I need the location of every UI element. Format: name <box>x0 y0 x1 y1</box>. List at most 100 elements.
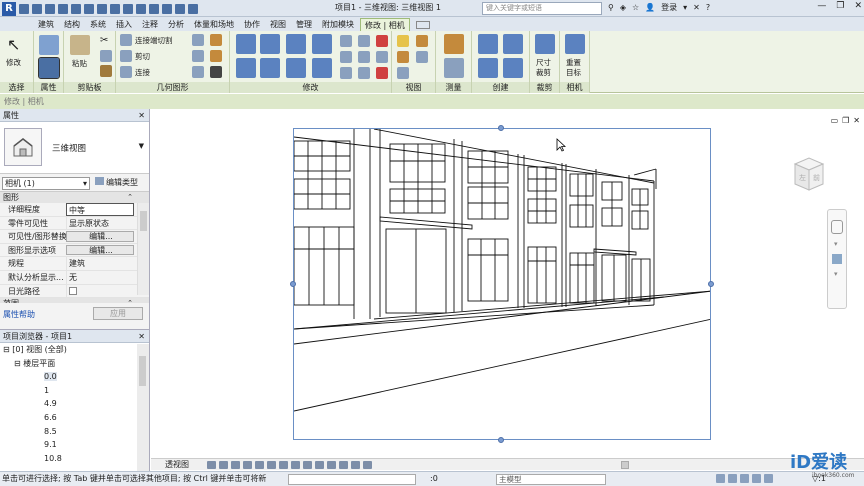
redo-icon[interactable] <box>71 3 81 14</box>
analysis-display-field[interactable]: 无 <box>66 270 134 284</box>
copy-icon[interactable] <box>100 50 112 62</box>
detail-level-icon[interactable] <box>207 461 216 469</box>
3d-viewport[interactable]: ▭ ❐ ✕ 左 前 ▾ ▾ <box>151 109 864 458</box>
modify-button[interactable]: 修改 <box>6 57 21 68</box>
join-cut-button[interactable]: 连接端切割 <box>135 35 173 46</box>
vg-edit-button[interactable]: 编辑... <box>66 231 134 242</box>
apply-button[interactable]: 应用 <box>93 307 143 320</box>
tree-node-level[interactable]: 1 <box>0 384 149 398</box>
tree-node-floor-plans[interactable]: ⊟ 楼层平面 <box>0 357 149 371</box>
tree-node-level[interactable]: 10.8 <box>0 452 149 466</box>
minimize-icon[interactable]: — <box>817 1 826 11</box>
3d-view-icon[interactable] <box>136 3 146 14</box>
override-icon[interactable] <box>416 35 428 47</box>
measure-icon[interactable] <box>97 3 107 14</box>
temp-view-props-icon[interactable] <box>327 461 336 469</box>
thin-lines-icon[interactable] <box>162 3 172 14</box>
graphic-display-edit-button[interactable]: 编辑... <box>66 244 134 256</box>
scroll-thumb[interactable] <box>139 356 146 386</box>
split-gap-icon[interactable] <box>358 35 370 47</box>
reset-target-button[interactable]: 重置 目标 <box>566 58 581 78</box>
tab-massing[interactable]: 体量和场地 <box>190 18 238 31</box>
search-input[interactable]: 键入关键字或短语 <box>482 2 602 15</box>
discipline-field[interactable]: 建筑 <box>66 257 134 270</box>
unlocked-3d-icon[interactable] <box>291 461 300 469</box>
linework-icon[interactable] <box>397 51 409 63</box>
parts-visibility-field[interactable]: 显示原状态 <box>66 216 134 230</box>
reveal-hidden-icon[interactable] <box>315 461 324 469</box>
tab-annotate[interactable]: 注释 <box>138 18 162 31</box>
sun-path-icon[interactable] <box>231 461 240 469</box>
visual-style-icon[interactable] <box>219 461 228 469</box>
cut-geometry-icon[interactable] <box>120 50 132 62</box>
edit-type-button[interactable]: 编辑类型 <box>95 177 138 188</box>
crop-view-icon[interactable] <box>267 461 276 469</box>
tree-node-level[interactable]: 8.5 <box>0 425 149 439</box>
properties-icon[interactable] <box>38 57 60 79</box>
panel-title-select[interactable]: 选择 <box>0 82 33 93</box>
workset-field[interactable] <box>288 474 416 485</box>
paste-icon[interactable] <box>70 35 90 55</box>
remove-paint-icon[interactable] <box>210 50 222 62</box>
dimension-icon[interactable] <box>110 3 120 14</box>
scroll-thumb[interactable] <box>140 211 147 231</box>
switch-windows-icon[interactable] <box>188 3 198 14</box>
user-icon[interactable]: 👤 <box>645 3 655 12</box>
tab-manage[interactable]: 管理 <box>292 18 316 31</box>
star-icon[interactable]: ☆ <box>632 3 639 12</box>
filter-view-icon[interactable] <box>416 51 428 63</box>
tree-node-views[interactable]: ⊟ [0] 视图 (全部) <box>0 343 149 357</box>
binoculars-icon[interactable]: ⚲ <box>608 3 614 12</box>
unpin-icon[interactable] <box>376 35 388 47</box>
select-underlay-icon[interactable] <box>728 474 737 483</box>
join-geometry-button[interactable]: 连接 <box>135 67 150 78</box>
chevron-down-icon[interactable]: ▼ <box>139 142 144 150</box>
design-option-select[interactable]: 主模型 <box>496 474 606 485</box>
revit-logo-icon[interactable]: R <box>2 1 16 16</box>
trim-icon[interactable] <box>340 67 352 79</box>
close-icon[interactable]: ✕ <box>854 1 862 11</box>
section-icon[interactable] <box>149 3 159 14</box>
dimension-tool-icon[interactable] <box>444 58 464 78</box>
match-type-icon[interactable] <box>100 65 112 77</box>
copy-elements-icon[interactable] <box>260 58 280 78</box>
extend-icon[interactable] <box>358 67 370 79</box>
select-pinned-icon[interactable] <box>740 474 749 483</box>
tab-analyze[interactable]: 分析 <box>164 18 188 31</box>
type-selector[interactable]: 三维视图 ▼ <box>0 122 149 174</box>
crop-handle-left[interactable] <box>290 281 296 287</box>
instance-filter-select[interactable]: 相机 (1) ▾ <box>2 177 90 190</box>
create-parts-icon[interactable] <box>503 34 523 54</box>
tree-node-level[interactable]: 0.0 <box>0 370 149 384</box>
minimize-icon[interactable]: ▭ <box>831 116 839 125</box>
delete-icon[interactable] <box>376 67 388 79</box>
scale-icon[interactable] <box>358 51 370 63</box>
lightbulb-icon[interactable] <box>397 35 409 47</box>
tab-insert[interactable]: 插入 <box>112 18 136 31</box>
split-icon[interactable] <box>340 35 352 47</box>
cut-icon[interactable]: ✂ <box>100 35 112 47</box>
align-icon[interactable] <box>236 34 256 54</box>
crop-handle-right[interactable] <box>708 281 714 287</box>
text-icon[interactable] <box>123 3 133 14</box>
move-icon[interactable] <box>236 58 256 78</box>
close-icon[interactable]: ✕ <box>138 109 145 122</box>
close-icon[interactable]: ✕ <box>138 330 145 343</box>
restore-icon[interactable]: ❐ <box>842 116 849 125</box>
create-assembly-icon[interactable] <box>478 34 498 54</box>
paste-button[interactable]: 粘贴 <box>72 58 87 69</box>
exchange-icon[interactable]: ✕ <box>693 3 700 12</box>
demolish-icon[interactable] <box>192 66 204 78</box>
cope-icon[interactable] <box>120 34 132 46</box>
sync-icon[interactable] <box>45 3 55 14</box>
reveal-constraints-icon[interactable] <box>363 461 372 469</box>
chevron-down-icon[interactable]: ▾ <box>834 240 838 248</box>
undo-icon[interactable] <box>58 3 68 14</box>
collapse-icon[interactable]: ⊟ <box>3 345 10 354</box>
offset-icon[interactable] <box>260 34 280 54</box>
trim-extend-icon[interactable] <box>312 58 332 78</box>
measure-tool-icon[interactable] <box>444 34 464 54</box>
horizontal-scroll-thumb[interactable] <box>621 461 629 469</box>
sun-path-checkbox[interactable] <box>69 286 77 295</box>
detail-level-field[interactable]: 中等 <box>66 203 134 216</box>
